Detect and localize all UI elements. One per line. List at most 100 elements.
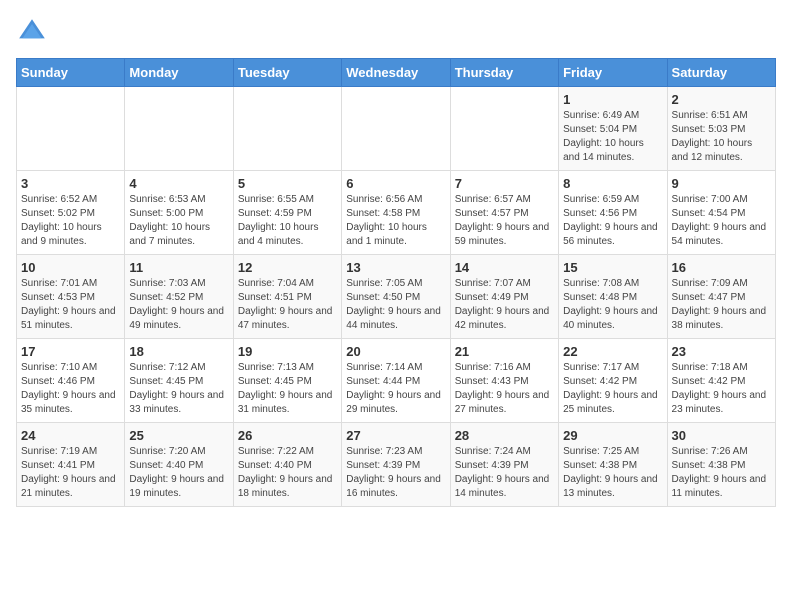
day-info: Sunrise: 6:55 AM Sunset: 4:59 PM Dayligh… [238,193,337,249]
logo-icon [16,16,48,48]
day-cell: 22 Sunrise: 7:17 AM Sunset: 4:42 PM Dayli… [559,339,667,423]
week-row-2: 3Sunrise: 6:52 AM Sunset: 5:02 PM Daylig… [17,171,776,255]
day-number: 22 [563,344,662,359]
day-info: Sunrise: 7:05 AM Sunset: 4:50 PM Dayligh… [346,277,445,333]
day-number: 6 [346,176,445,191]
week-row-5: 24 Sunrise: 7:19 AM Sunset: 4:41 PM Dayli… [17,423,776,507]
header-cell-monday: Monday [125,59,233,87]
day-number: 11 [129,260,228,275]
day-cell: 14 Sunrise: 7:07 AM Sunset: 4:49 PM Dayli… [450,255,558,339]
day-cell: 26Sunrise: 7:22 AM Sunset: 4:40 PM Dayli… [233,423,341,507]
day-info: Sunrise: 7:19 AM Sunset: 4:41 PM Dayligh… [21,445,120,501]
week-row-4: 17 Sunrise: 7:10 AM Sunset: 4:46 PM Dayli… [17,339,776,423]
day-info: Sunrise: 7:25 AM Sunset: 4:38 PM Dayligh… [563,445,662,501]
day-number: 25 [129,428,228,443]
day-number: 9 [672,176,771,191]
day-cell: 10 Sunrise: 7:01 AM Sunset: 4:53 PM Dayli… [17,255,125,339]
day-info: Sunrise: 7:17 AM Sunset: 4:42 PM Dayligh… [563,361,662,417]
day-cell: 16 Sunrise: 7:09 AM Sunset: 4:47 PM Dayli… [667,255,775,339]
day-number: 26 [238,428,337,443]
logo [16,16,52,48]
day-number: 10 [21,260,120,275]
day-number: 29 [563,428,662,443]
day-cell: 13 Sunrise: 7:05 AM Sunset: 4:50 PM Dayli… [342,255,450,339]
header-cell-wednesday: Wednesday [342,59,450,87]
day-cell: 15Sunrise: 7:08 AM Sunset: 4:48 PM Dayli… [559,255,667,339]
day-number: 16 [672,260,771,275]
week-row-1: 1 Sunrise: 6:49 AM Sunset: 5:04 PM Daylig… [17,87,776,171]
day-cell: 23 Sunrise: 7:18 AM Sunset: 4:42 PM Dayli… [667,339,775,423]
day-info: Sunrise: 7:00 AM Sunset: 4:54 PM Dayligh… [672,193,771,249]
day-info: Sunrise: 7:03 AM Sunset: 4:52 PM Dayligh… [129,277,228,333]
day-info: Sunrise: 7:24 AM Sunset: 4:39 PM Dayligh… [455,445,554,501]
header-cell-friday: Friday [559,59,667,87]
day-info: Sunrise: 7:14 AM Sunset: 4:44 PM Dayligh… [346,361,445,417]
day-info: Sunrise: 7:07 AM Sunset: 4:49 PM Dayligh… [455,277,554,333]
calendar-table: SundayMondayTuesdayWednesdayThursdayFrid… [16,58,776,507]
day-number: 7 [455,176,554,191]
day-cell: 2Sunrise: 6:51 AM Sunset: 5:03 PM Daylig… [667,87,775,171]
day-cell: 19 Sunrise: 7:13 AM Sunset: 4:45 PM Dayli… [233,339,341,423]
day-number: 1 [563,92,662,107]
day-number: 15 [563,260,662,275]
day-info: Sunrise: 6:57 AM Sunset: 4:57 PM Dayligh… [455,193,554,249]
day-cell: 1 Sunrise: 6:49 AM Sunset: 5:04 PM Daylig… [559,87,667,171]
day-number: 27 [346,428,445,443]
day-cell: 6 Sunrise: 6:56 AM Sunset: 4:58 PM Daylig… [342,171,450,255]
day-info: Sunrise: 6:56 AM Sunset: 4:58 PM Dayligh… [346,193,445,249]
header-cell-sunday: Sunday [17,59,125,87]
day-info: Sunrise: 7:20 AM Sunset: 4:40 PM Dayligh… [129,445,228,501]
day-cell: 27 Sunrise: 7:23 AM Sunset: 4:39 PM Dayli… [342,423,450,507]
day-cell: 18Sunrise: 7:12 AM Sunset: 4:45 PM Dayli… [125,339,233,423]
day-number: 3 [21,176,120,191]
day-number: 20 [346,344,445,359]
day-number: 30 [672,428,771,443]
header-cell-thursday: Thursday [450,59,558,87]
day-number: 28 [455,428,554,443]
day-number: 23 [672,344,771,359]
day-cell: 12 Sunrise: 7:04 AM Sunset: 4:51 PM Dayli… [233,255,341,339]
day-cell [342,87,450,171]
day-cell: 3Sunrise: 6:52 AM Sunset: 5:02 PM Daylig… [17,171,125,255]
day-info: Sunrise: 6:49 AM Sunset: 5:04 PM Dayligh… [563,109,662,165]
day-info: Sunrise: 6:51 AM Sunset: 5:03 PM Dayligh… [672,109,771,165]
day-number: 24 [21,428,120,443]
day-number: 5 [238,176,337,191]
day-number: 17 [21,344,120,359]
day-info: Sunrise: 7:01 AM Sunset: 4:53 PM Dayligh… [21,277,120,333]
day-cell: 8Sunrise: 6:59 AM Sunset: 4:56 PM Daylig… [559,171,667,255]
day-info: Sunrise: 7:10 AM Sunset: 4:46 PM Dayligh… [21,361,120,417]
day-cell [450,87,558,171]
calendar-header: SundayMondayTuesdayWednesdayThursdayFrid… [17,59,776,87]
day-number: 12 [238,260,337,275]
header-row: SundayMondayTuesdayWednesdayThursdayFrid… [17,59,776,87]
day-info: Sunrise: 7:13 AM Sunset: 4:45 PM Dayligh… [238,361,337,417]
day-number: 14 [455,260,554,275]
day-cell [233,87,341,171]
day-info: Sunrise: 6:59 AM Sunset: 4:56 PM Dayligh… [563,193,662,249]
day-number: 19 [238,344,337,359]
day-cell [17,87,125,171]
day-info: Sunrise: 7:09 AM Sunset: 4:47 PM Dayligh… [672,277,771,333]
day-info: Sunrise: 6:53 AM Sunset: 5:00 PM Dayligh… [129,193,228,249]
day-cell: 17 Sunrise: 7:10 AM Sunset: 4:46 PM Dayli… [17,339,125,423]
day-cell [125,87,233,171]
day-cell: 11 Sunrise: 7:03 AM Sunset: 4:52 PM Dayli… [125,255,233,339]
day-info: Sunrise: 7:23 AM Sunset: 4:39 PM Dayligh… [346,445,445,501]
week-row-3: 10 Sunrise: 7:01 AM Sunset: 4:53 PM Dayli… [17,255,776,339]
day-info: Sunrise: 7:04 AM Sunset: 4:51 PM Dayligh… [238,277,337,333]
day-cell: 28 Sunrise: 7:24 AM Sunset: 4:39 PM Dayli… [450,423,558,507]
header [16,16,776,48]
day-info: Sunrise: 7:18 AM Sunset: 4:42 PM Dayligh… [672,361,771,417]
day-cell: 20 Sunrise: 7:14 AM Sunset: 4:44 PM Dayli… [342,339,450,423]
day-cell: 25 Sunrise: 7:20 AM Sunset: 4:40 PM Dayli… [125,423,233,507]
calendar-body: 1 Sunrise: 6:49 AM Sunset: 5:04 PM Daylig… [17,87,776,507]
header-cell-saturday: Saturday [667,59,775,87]
day-info: Sunrise: 7:12 AM Sunset: 4:45 PM Dayligh… [129,361,228,417]
day-info: Sunrise: 7:16 AM Sunset: 4:43 PM Dayligh… [455,361,554,417]
day-number: 4 [129,176,228,191]
day-number: 13 [346,260,445,275]
day-cell: 21Sunrise: 7:16 AM Sunset: 4:43 PM Dayli… [450,339,558,423]
day-cell: 9 Sunrise: 7:00 AM Sunset: 4:54 PM Daylig… [667,171,775,255]
day-cell: 5 Sunrise: 6:55 AM Sunset: 4:59 PM Daylig… [233,171,341,255]
